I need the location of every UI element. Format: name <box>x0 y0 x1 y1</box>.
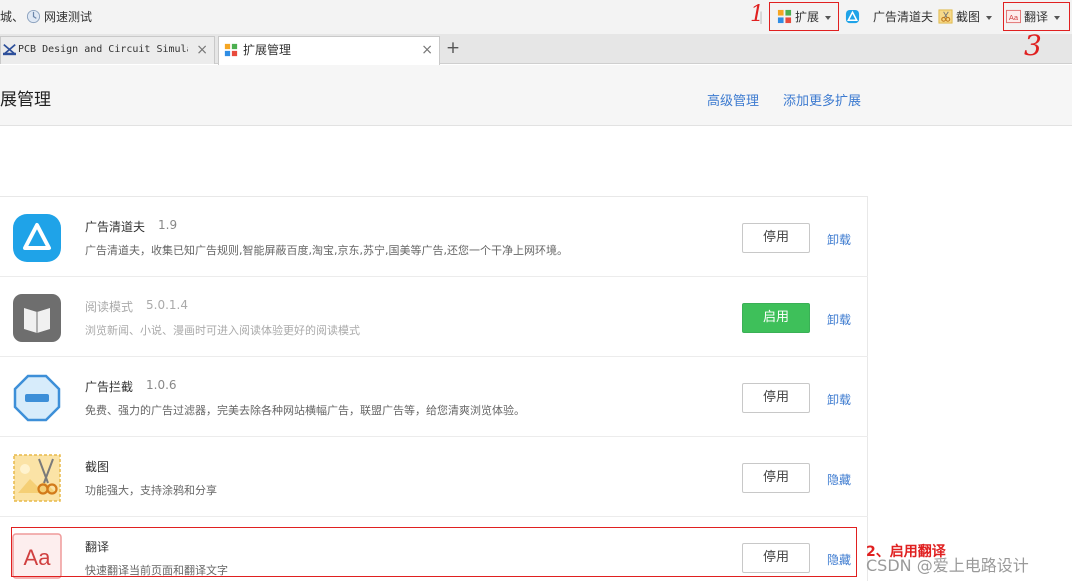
toolbar-screenshot-label: 截图 <box>956 10 981 24</box>
uninstall-link[interactable]: 卸载 <box>827 391 851 408</box>
extension-name: 广告拦截 <box>85 380 134 394</box>
annotation-step-3: 3 <box>1024 29 1042 62</box>
toolbar-screenshot-button[interactable]: 截图 <box>938 0 993 34</box>
stop-sign-icon <box>13 374 61 422</box>
top-toolbar: 城、 网速测试 | 扩展 广告清道夫 截图 Aa 翻译 <box>0 0 1072 34</box>
toolbar-adblock-button[interactable] <box>845 0 863 34</box>
globe-icon <box>26 9 41 24</box>
tab-pcb-design[interactable]: PCB Design and Circuit Simula × <box>0 36 215 64</box>
tab-extension-manager-label: 扩展管理 <box>243 43 292 57</box>
pcb-icon <box>3 43 16 56</box>
tab-pcb-label: PCB Design and Circuit Simula <box>18 44 188 55</box>
uninstall-link[interactable]: 卸载 <box>827 231 851 248</box>
chevron-down-icon[interactable] <box>986 15 993 20</box>
extension-description: 免费、强力的广告过滤器，完美去除各种网站横幅广告，联盟广告等，给您清爽浏览体验。 <box>85 404 525 417</box>
annotation-box-translate-item <box>11 527 857 577</box>
extension-list: 广告清道夫 1.9 广告清道夫，收集已知广告规则,智能屏蔽百度,淘宝,京东,苏宁… <box>0 196 868 581</box>
close-icon[interactable]: × <box>196 37 208 63</box>
toolbar-item-speedtest[interactable]: 网速测试 <box>26 0 92 34</box>
annotation-box-extensions <box>769 2 839 31</box>
toolbar-item-mall[interactable]: 城、 <box>0 0 24 34</box>
advanced-management-link[interactable]: 高级管理 <box>707 90 759 109</box>
extension-name: 截图 <box>85 460 110 474</box>
adblock-icon <box>13 214 61 262</box>
extension-name: 广告清道夫 <box>85 220 146 234</box>
watermark: CSDN @爱上电路设计 <box>866 556 1029 575</box>
extension-item-reading-mode: 阅读模式 5.0.1.4 浏览新闻、小说、漫画时可进入阅读体验更好的阅读模式 启… <box>0 277 868 357</box>
extension-description: 浏览新闻、小说、漫画时可进入阅读体验更好的阅读模式 <box>85 324 360 337</box>
new-tab-button[interactable]: + <box>444 38 462 58</box>
extension-item-adblock: 广告清道夫 1.9 广告清道夫，收集已知广告规则,智能屏蔽百度,淘宝,京东,苏宁… <box>0 197 868 277</box>
scissors-icon <box>13 454 61 502</box>
uninstall-link[interactable]: 卸载 <box>827 311 851 328</box>
disable-button[interactable]: 停用 <box>742 383 810 413</box>
toolbar-adblock-label[interactable]: 广告清道夫 <box>873 0 933 34</box>
extension-description: 功能强大，支持涂鸦和分享 <box>85 484 217 497</box>
annotation-step-1: 1 <box>750 2 764 27</box>
tab-extension-manager[interactable]: 扩展管理 × <box>218 36 440 65</box>
extension-name: 阅读模式 <box>85 300 134 314</box>
extension-version: 1.0.6 <box>146 378 177 392</box>
disable-button[interactable]: 停用 <box>742 223 810 253</box>
scissors-icon <box>938 9 953 24</box>
add-more-extensions-link[interactable]: 添加更多扩展 <box>783 90 861 109</box>
page-header: 展管理 高级管理 添加更多扩展 <box>0 65 1072 126</box>
extensions-icon <box>224 43 238 57</box>
disable-button[interactable]: 停用 <box>742 463 810 493</box>
extension-version: 1.9 <box>158 218 178 232</box>
annotation-box-translate <box>1003 2 1070 31</box>
close-icon[interactable]: × <box>421 37 433 63</box>
extension-version: 5.0.1.4 <box>146 298 188 312</box>
toolbar-item-speedtest-label: 网速测试 <box>44 10 93 24</box>
book-icon <box>13 294 61 342</box>
extension-item-screenshot: 截图 功能强大，支持涂鸦和分享 停用 隐藏 <box>0 437 868 517</box>
page-title: 展管理 <box>0 90 51 110</box>
toolbar-item-mall-label: 城、 <box>0 10 25 24</box>
extension-item-ad-blocker: 广告拦截 1.0.6 免费、强力的广告过滤器，完美去除各种网站横幅广告，联盟广告… <box>0 357 868 437</box>
adblock-icon <box>845 9 860 24</box>
hide-link[interactable]: 隐藏 <box>827 471 851 488</box>
extension-description: 广告清道夫，收集已知广告规则,智能屏蔽百度,淘宝,京东,苏宁,国美等广告,还您一… <box>85 244 568 257</box>
enable-button[interactable]: 启用 <box>742 303 810 333</box>
